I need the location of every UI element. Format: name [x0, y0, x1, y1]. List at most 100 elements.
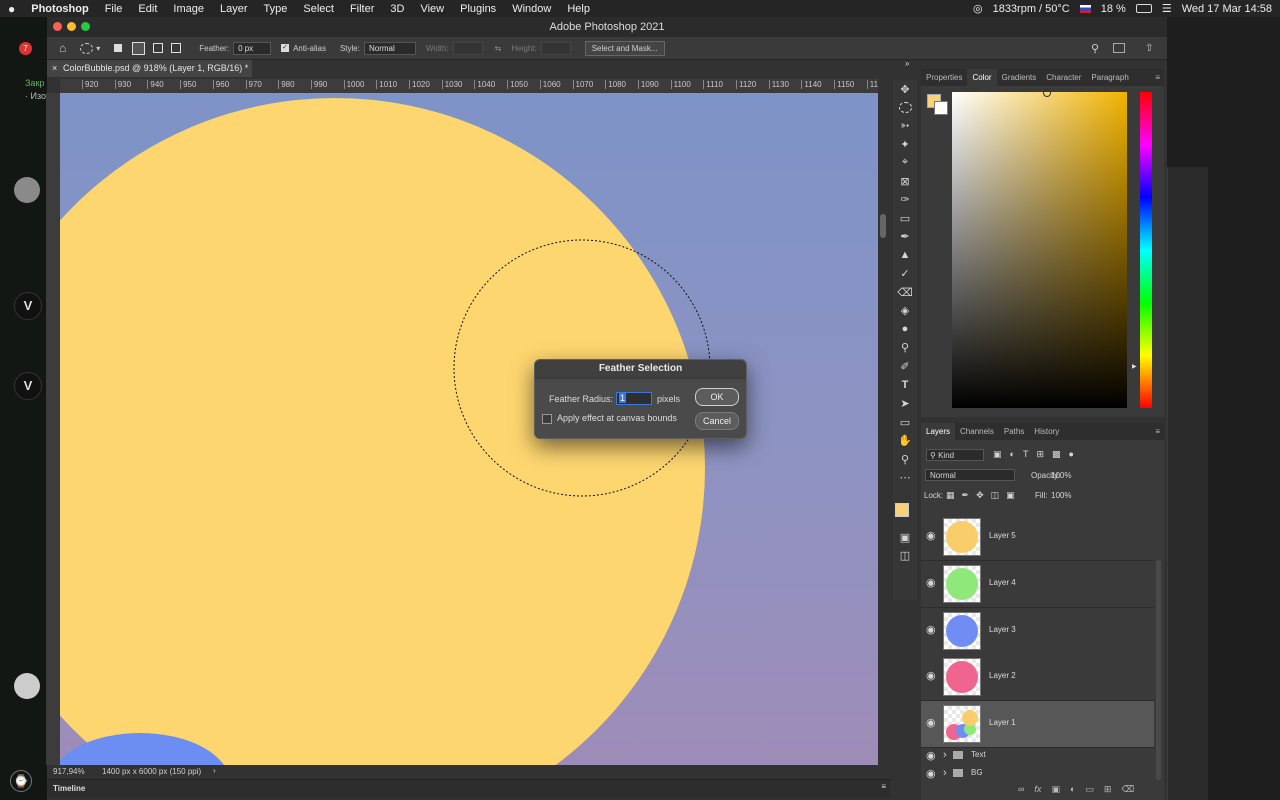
menu-window[interactable]: Window: [504, 3, 559, 15]
frame-tool-icon[interactable]: ⊠: [893, 172, 917, 190]
avatar[interactable]: [14, 177, 40, 203]
foreground-color-swatch[interactable]: [895, 503, 909, 517]
style-select[interactable]: Normal: [363, 41, 416, 55]
feather-radius-input[interactable]: 1: [616, 392, 652, 405]
menu-view[interactable]: View: [412, 3, 452, 15]
magic-wand-tool-icon[interactable]: ✦: [893, 135, 917, 153]
flag-icon[interactable]: [1079, 4, 1091, 13]
panel-menu-icon[interactable]: ≡: [1155, 427, 1160, 436]
canvas-bounds-checkbox[interactable]: [542, 414, 552, 424]
delete-layer-icon[interactable]: ⌫: [1121, 784, 1134, 795]
panel-menu-icon[interactable]: ≡: [881, 782, 886, 791]
lock-position-icon[interactable]: ✥: [976, 490, 984, 501]
visibility-eye-icon[interactable]: ◉: [926, 716, 938, 729]
layer-row-selected[interactable]: ◉ Layer 1: [921, 701, 1154, 748]
elliptical-marquee-tool-icon[interactable]: [80, 42, 94, 54]
zoom-window-button[interactable]: [81, 22, 90, 31]
brush-tool-icon[interactable]: ✒: [893, 227, 917, 245]
workspace-icon[interactable]: [1113, 43, 1125, 53]
type-tool-icon[interactable]: T: [893, 376, 917, 394]
apple-menu-icon[interactable]: ●: [0, 2, 23, 16]
blend-mode-select[interactable]: Normal: [925, 469, 1015, 481]
path-selection-tool-icon[interactable]: ➤: [893, 394, 917, 412]
close-window-button[interactable]: [53, 22, 62, 31]
menu-3d[interactable]: 3D: [382, 3, 412, 15]
control-center-icon[interactable]: ☰: [1162, 2, 1172, 15]
link-layers-icon[interactable]: ∞: [1018, 784, 1024, 795]
timeline-panel[interactable]: Timeline ≡: [47, 779, 890, 798]
quick-mask-icon[interactable]: ▣: [893, 528, 917, 546]
vertical-ruler[interactable]: [46, 93, 61, 765]
layer-row[interactable]: ◉ Layer 3: [921, 608, 1154, 655]
collapse-panels-icon[interactable]: »: [905, 59, 909, 68]
more-tools-icon[interactable]: ⋯: [893, 468, 917, 486]
visibility-eye-icon[interactable]: ◉: [926, 669, 938, 682]
avatar[interactable]: V: [14, 372, 42, 400]
app-menu[interactable]: Photoshop: [23, 3, 96, 15]
tab-paths[interactable]: Paths: [999, 427, 1029, 436]
background-color-chip[interactable]: [934, 101, 948, 115]
screen-mode-icon[interactable]: ◫: [893, 546, 917, 564]
tab-layers[interactable]: Layers: [921, 423, 956, 440]
history-brush-tool-icon[interactable]: ✓: [893, 264, 917, 282]
avatar[interactable]: V: [14, 292, 42, 320]
home-icon[interactable]: ⌂: [59, 41, 66, 55]
layer-group-row[interactable]: ◉ › BG: [921, 765, 1154, 782]
add-selection-icon[interactable]: [132, 41, 146, 55]
hand-tool-icon[interactable]: ✋: [893, 431, 917, 449]
tab-color[interactable]: Color: [967, 69, 997, 86]
pixel-filter-icon[interactable]: ▣: [993, 449, 1002, 460]
chevron-right-icon[interactable]: ›: [213, 766, 216, 775]
crop-tool-icon[interactable]: ⌖: [893, 153, 917, 171]
subtract-selection-icon[interactable]: [153, 43, 164, 53]
tab-paragraph[interactable]: Paragraph: [1086, 73, 1133, 82]
lock-all-icon[interactable]: ▣: [1006, 490, 1015, 501]
document-tab[interactable]: × ColorBubble.psd @ 918% (Layer 1, RGB/1…: [47, 60, 252, 77]
menu-type[interactable]: Type: [256, 3, 296, 15]
dodge-tool-icon[interactable]: ⚲: [893, 338, 917, 356]
menu-filter[interactable]: Filter: [342, 3, 382, 15]
smart-object-filter-icon[interactable]: ▩: [1052, 449, 1061, 460]
lock-artboard-icon[interactable]: ◫: [991, 490, 1000, 501]
tab-channels[interactable]: Channels: [955, 427, 999, 436]
horizontal-ruler[interactable]: 920 930 940 950 960 970 980 990 1000 1010 1020 1030…: [60, 79, 878, 94]
lock-transparent-icon[interactable]: ▦: [946, 490, 955, 501]
add-mask-icon[interactable]: ▣: [1051, 784, 1060, 795]
layer-filter-kind[interactable]: ⚲ Kind: [926, 449, 984, 461]
minimize-window-button[interactable]: [67, 22, 76, 31]
pen-tool-icon[interactable]: ✐: [893, 357, 917, 375]
clone-stamp-tool-icon[interactable]: ▲: [893, 246, 917, 264]
paperclip-icon[interactable]: ⌚: [10, 770, 32, 792]
battery-status[interactable]: 18 %: [1101, 3, 1126, 15]
menu-edit[interactable]: Edit: [130, 3, 165, 15]
shape-filter-icon[interactable]: ⊞: [1036, 449, 1044, 460]
eraser-tool-icon[interactable]: ⌫: [893, 283, 917, 301]
new-layer-icon[interactable]: ⊞: [1104, 784, 1112, 795]
zoom-tool-icon[interactable]: ⚲: [893, 450, 917, 468]
vertical-scrollbar[interactable]: [880, 214, 886, 238]
search-icon[interactable]: ⚲: [1091, 42, 1099, 55]
adjustment-filter-icon[interactable]: ◐: [1010, 449, 1015, 460]
visibility-eye-icon[interactable]: ◉: [926, 623, 938, 636]
visibility-eye-icon[interactable]: ◉: [926, 749, 936, 762]
rectangle-tool-icon[interactable]: ▭: [893, 413, 917, 431]
fill-input[interactable]: 100%: [1051, 491, 1071, 500]
width-input[interactable]: [452, 41, 483, 55]
close-tab-icon[interactable]: ×: [52, 60, 57, 77]
elliptical-marquee-tool-icon[interactable]: [893, 98, 917, 116]
tab-properties[interactable]: Properties: [921, 73, 967, 82]
clock[interactable]: Wed 17 Mar 14:58: [1182, 3, 1272, 15]
cancel-button[interactable]: Cancel: [695, 412, 739, 430]
lock-paint-icon[interactable]: ✒: [962, 490, 970, 501]
color-field[interactable]: [952, 92, 1127, 408]
chevron-right-icon[interactable]: ›: [943, 749, 947, 761]
intersect-selection-icon[interactable]: [171, 43, 182, 53]
adjustment-layer-icon[interactable]: ◐: [1070, 784, 1075, 795]
hue-slider-pointer[interactable]: ▶: [1132, 363, 1137, 370]
chevron-right-icon[interactable]: ›: [943, 767, 947, 779]
layers-scrollbar[interactable]: [1156, 560, 1161, 780]
menu-help[interactable]: Help: [559, 3, 598, 15]
layer-row[interactable]: ◉ Layer 4: [921, 561, 1154, 608]
new-group-icon[interactable]: ▭: [1085, 784, 1094, 795]
filter-toggle-icon[interactable]: ●: [1069, 449, 1074, 460]
